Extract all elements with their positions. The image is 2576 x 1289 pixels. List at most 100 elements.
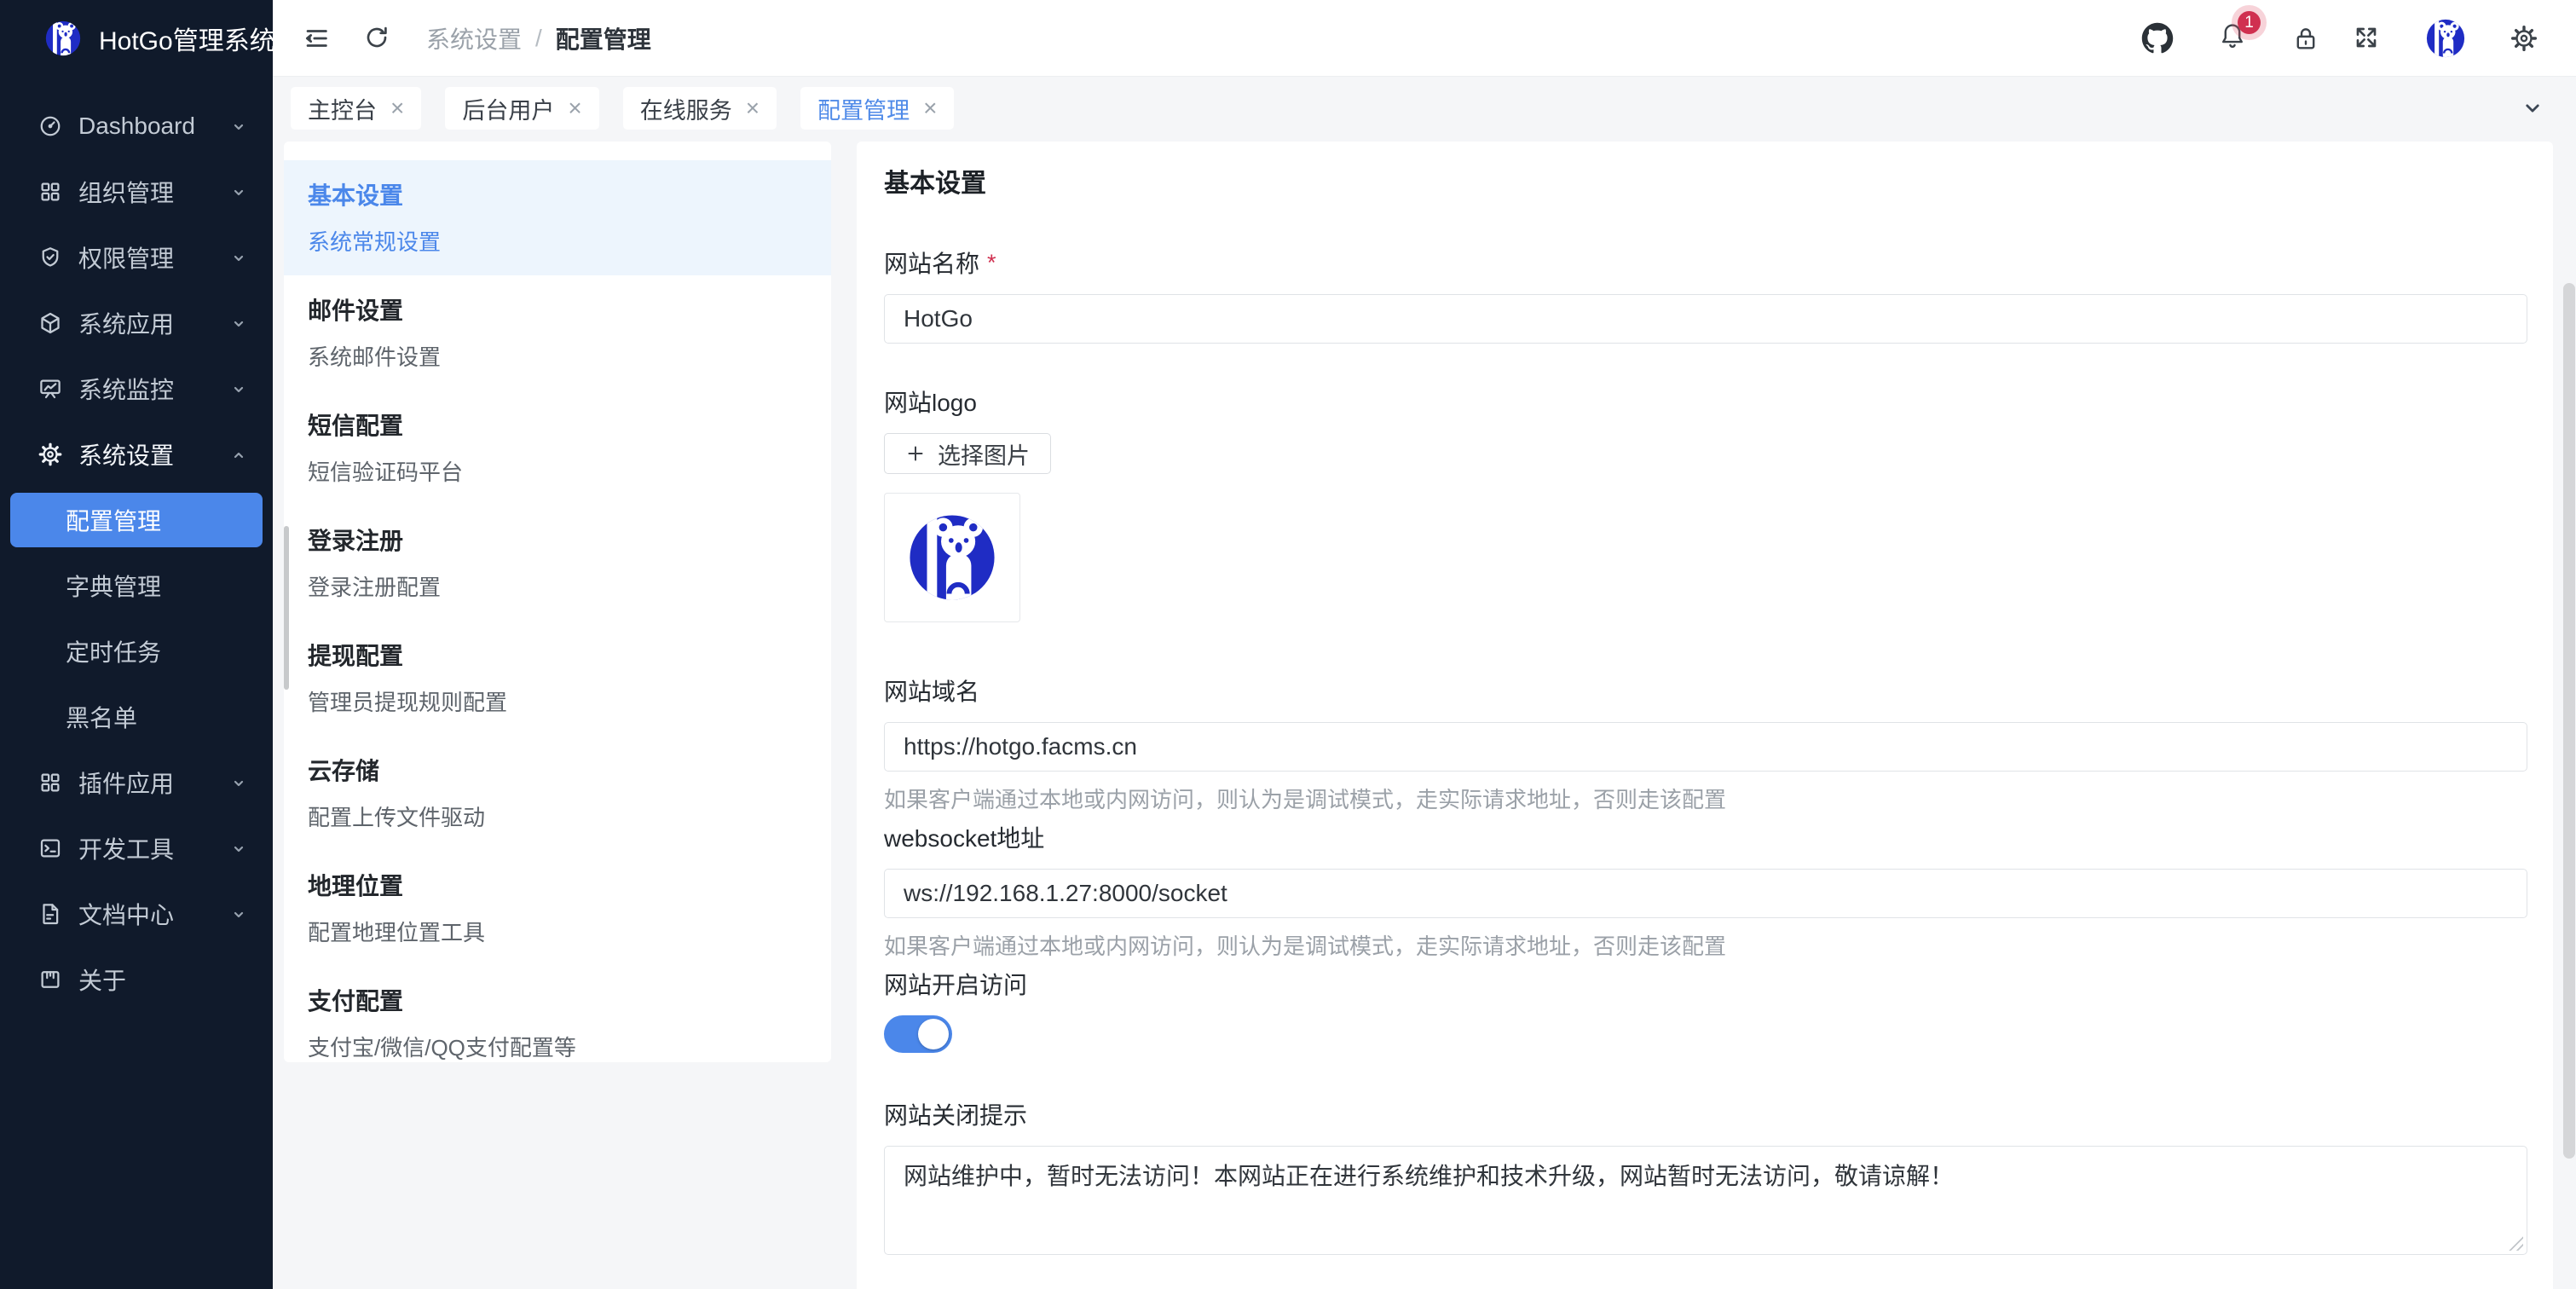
page-scrollbar-thumb[interactable] bbox=[2563, 283, 2575, 1159]
menu-group-email[interactable]: 邮件设置 系统邮件设置 bbox=[284, 275, 831, 390]
close-tip-textarea[interactable]: 网站维护中，暂时无法访问！本网站正在进行系统维护和技术升级，网站暂时无法访问，敬… bbox=[884, 1146, 2527, 1255]
field-site-access: 网站开启访问 bbox=[884, 967, 2527, 1053]
breadcrumb: 系统设置 / 配置管理 bbox=[426, 21, 651, 55]
menu-group-geo[interactable]: 地理位置 配置地理位置工具 bbox=[284, 851, 831, 966]
lock-icon[interactable] bbox=[2291, 24, 2320, 53]
chevron-down-icon bbox=[228, 838, 249, 858]
sidebar-subitem-cron-tasks[interactable]: 定时任务 bbox=[10, 624, 263, 679]
chevron-up-icon bbox=[228, 444, 249, 465]
menu-group-withdraw[interactable]: 提现配置 管理员提现规则配置 bbox=[284, 621, 831, 736]
topbar-actions: 1 bbox=[2097, 19, 2538, 58]
menu-group-title: 基本设置 bbox=[308, 177, 807, 211]
settings-gear-icon[interactable] bbox=[2510, 24, 2538, 53]
menu-group-subtitle: 系统常规设置 bbox=[308, 225, 807, 257]
tab-online-service[interactable]: 在线服务 × bbox=[623, 87, 777, 130]
menu-fold-icon[interactable] bbox=[302, 24, 331, 53]
grid-icon bbox=[38, 179, 63, 205]
site-access-toggle[interactable] bbox=[884, 1015, 952, 1053]
field-label: websocket地址 bbox=[884, 820, 2527, 854]
sidebar-item-about[interactable]: 关于 bbox=[0, 952, 273, 1007]
sidebar-item-system-apps[interactable]: 系统应用 bbox=[0, 296, 273, 350]
menu-group-sms[interactable]: 短信配置 短信验证码平台 bbox=[284, 390, 831, 506]
sidebar-item-system-settings[interactable]: 系统设置 bbox=[0, 427, 273, 482]
sidebar-subitem-blacklist[interactable]: 黑名单 bbox=[10, 690, 263, 744]
sidebar-item-label: 插件应用 bbox=[78, 766, 174, 800]
tab-close-icon[interactable]: × bbox=[390, 96, 404, 120]
choose-image-button[interactable]: 选择图片 bbox=[884, 433, 1051, 474]
menu-group-subtitle: 登录注册配置 bbox=[308, 570, 807, 602]
field-site-logo: 网站logo 选择图片 bbox=[884, 384, 2527, 622]
sidebar-item-label: 关于 bbox=[78, 962, 126, 997]
choose-image-label: 选择图片 bbox=[938, 437, 1030, 471]
sidebar-subitem-label: 配置管理 bbox=[66, 503, 161, 537]
sidebar-item-dashboard[interactable]: Dashboard bbox=[0, 99, 273, 153]
sidebar-subitem-label: 黑名单 bbox=[66, 700, 137, 734]
menu-group-title: 短信配置 bbox=[308, 408, 807, 442]
menu-group-title: 邮件设置 bbox=[308, 292, 807, 327]
field-site-domain: 网站域名 如果客户端通过本地或内网访问，则认为是调试模式，走实际请求地址，否则走… bbox=[884, 673, 2527, 814]
tab-label: 后台用户 bbox=[462, 92, 554, 125]
sidebar-item-docs-center[interactable]: 文档中心 bbox=[0, 887, 273, 941]
menu-scrollbar-thumb[interactable] bbox=[284, 526, 289, 690]
content: 基本设置 系统常规设置 邮件设置 系统邮件设置 短信配置 短信验证码平台 登录注… bbox=[273, 140, 2576, 1289]
site-name-input[interactable] bbox=[884, 294, 2527, 344]
reload-icon[interactable] bbox=[363, 24, 392, 53]
notifications-button[interactable]: 1 bbox=[2218, 21, 2247, 55]
tab-label: 在线服务 bbox=[640, 92, 732, 125]
sidebar-item-plugins[interactable]: 插件应用 bbox=[0, 755, 273, 810]
sidebar-item-system-monitor[interactable]: 系统监控 bbox=[0, 361, 273, 416]
close-tip-textarea-wrap: 网站维护中，暂时无法访问！本网站正在进行系统维护和技术升级，网站暂时无法访问，敬… bbox=[884, 1146, 2527, 1255]
monitor-chart-icon bbox=[38, 376, 63, 402]
menu-group-subtitle: 管理员提现规则配置 bbox=[308, 685, 807, 717]
tab-admin-users[interactable]: 后台用户 × bbox=[445, 87, 598, 130]
sidebar-item-label: Dashboard bbox=[78, 113, 195, 140]
menu-group-payment[interactable]: 支付配置 支付宝/微信/QQ支付配置等 bbox=[284, 966, 831, 1062]
menu-group-basic[interactable]: 基本设置 系统常规设置 bbox=[284, 160, 831, 275]
notification-badge: 1 bbox=[2238, 11, 2261, 34]
tab-dashboard[interactable]: 主控台 × bbox=[291, 87, 421, 130]
tab-config-management[interactable]: 配置管理 × bbox=[800, 87, 954, 130]
tab-close-icon[interactable]: × bbox=[568, 96, 581, 120]
menu-group-title: 提现配置 bbox=[308, 638, 807, 672]
websocket-input[interactable] bbox=[884, 869, 2527, 918]
shield-check-icon bbox=[38, 245, 63, 270]
sidebar-item-permissions[interactable]: 权限管理 bbox=[0, 230, 273, 285]
sidebar-item-label: 系统监控 bbox=[78, 372, 174, 406]
field-helper-text: 如果客户端通过本地或内网访问，则认为是调试模式，走实际请求地址，否则走该配置 bbox=[884, 783, 2527, 814]
sidebar-item-dev-tools[interactable]: 开发工具 bbox=[0, 821, 273, 876]
koala-logo-image bbox=[902, 507, 1002, 608]
chevron-down-icon bbox=[228, 772, 249, 793]
sidebar-subitem-dictionary[interactable]: 字典管理 bbox=[10, 558, 263, 613]
tab-close-icon[interactable]: × bbox=[923, 96, 937, 120]
menu-group-subtitle: 配置地理位置工具 bbox=[308, 916, 807, 947]
cube-icon bbox=[38, 310, 63, 336]
settings-menu-card: 基本设置 系统常规设置 邮件设置 系统邮件设置 短信配置 短信验证码平台 登录注… bbox=[284, 142, 831, 1062]
breadcrumb-parent[interactable]: 系统设置 bbox=[426, 21, 522, 55]
github-icon[interactable] bbox=[2141, 22, 2174, 55]
chevron-down-icon bbox=[228, 379, 249, 399]
sidebar-item-label: 开发工具 bbox=[78, 831, 174, 865]
chevron-down-icon bbox=[228, 116, 249, 136]
sidebar-item-organization[interactable]: 组织管理 bbox=[0, 165, 273, 219]
menu-group-login[interactable]: 登录注册 登录注册配置 bbox=[284, 506, 831, 621]
app-title: HotGo管理系统 bbox=[99, 20, 275, 57]
breadcrumb-current: 配置管理 bbox=[556, 21, 651, 55]
frame-icon bbox=[38, 967, 63, 992]
required-mark: * bbox=[987, 250, 996, 276]
site-logo-preview[interactable] bbox=[884, 493, 1020, 622]
sidebar-item-label: 权限管理 bbox=[78, 240, 174, 275]
field-label-text: 网站开启访问 bbox=[884, 967, 1027, 1001]
chevron-down-icon bbox=[228, 313, 249, 333]
fullscreen-icon[interactable] bbox=[2353, 24, 2382, 53]
avatar[interactable] bbox=[2426, 19, 2465, 58]
tabbar-chevron-down-icon[interactable] bbox=[2520, 95, 2545, 121]
breadcrumb-separator: / bbox=[535, 25, 542, 52]
site-domain-input[interactable] bbox=[884, 722, 2527, 772]
menu-group-cloud-storage[interactable]: 云存储 配置上传文件驱动 bbox=[284, 736, 831, 851]
tab-close-icon[interactable]: × bbox=[746, 96, 760, 120]
sidebar-subitem-config-management[interactable]: 配置管理 bbox=[10, 493, 263, 547]
grid-icon bbox=[38, 770, 63, 795]
app-logo-row[interactable]: HotGo管理系统 bbox=[0, 0, 273, 77]
sidebar-item-label: 系统应用 bbox=[78, 306, 174, 340]
tab-label: 配置管理 bbox=[817, 92, 910, 125]
